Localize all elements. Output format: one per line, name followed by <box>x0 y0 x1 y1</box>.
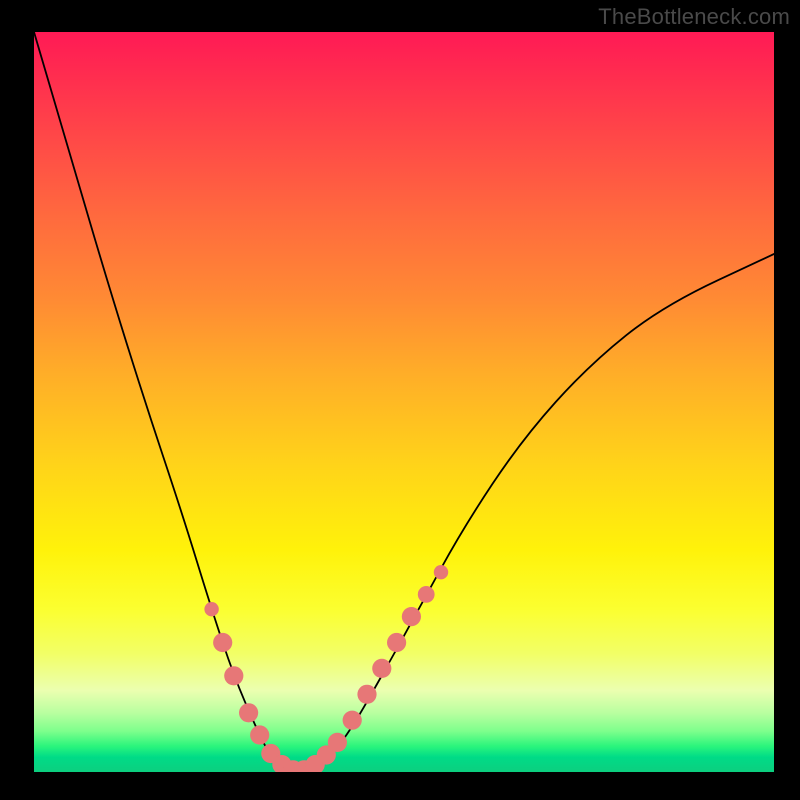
data-point <box>357 685 376 704</box>
dots-layer <box>204 565 448 772</box>
bottleneck-curve <box>34 32 774 772</box>
plot-area <box>34 32 774 772</box>
curve-layer <box>34 32 774 772</box>
data-point <box>387 633 406 652</box>
data-point <box>213 633 232 652</box>
data-point <box>250 725 269 744</box>
data-point <box>343 711 362 730</box>
watermark-text: TheBottleneck.com <box>598 4 790 30</box>
chart-frame: TheBottleneck.com <box>0 0 800 800</box>
data-point <box>204 602 218 616</box>
data-point <box>402 607 421 626</box>
chart-svg <box>34 32 774 772</box>
data-point <box>328 733 347 752</box>
data-point <box>418 586 435 603</box>
data-point <box>372 659 391 678</box>
data-point <box>434 565 448 579</box>
data-point <box>239 703 258 722</box>
data-point <box>224 666 243 685</box>
